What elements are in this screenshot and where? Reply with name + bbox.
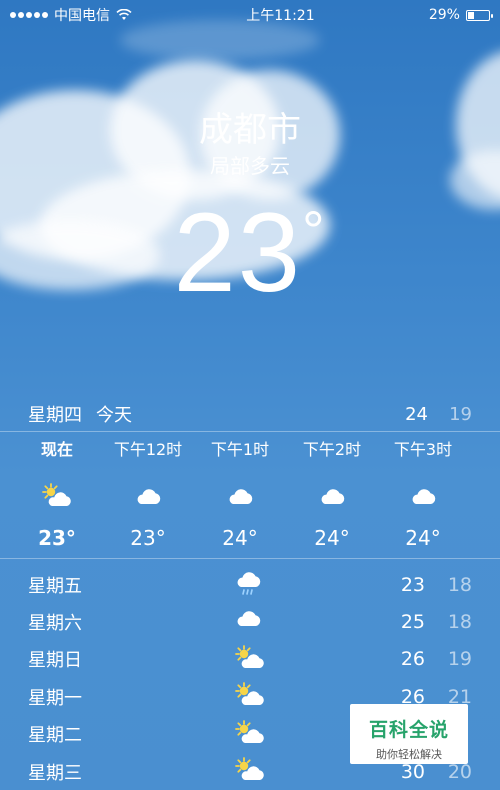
battery-icon	[465, 9, 493, 21]
day-name: 星期二	[28, 725, 82, 747]
divider-top	[0, 431, 500, 432]
wifi-icon	[116, 9, 132, 20]
cloud-icon	[195, 476, 285, 516]
battery-percent: 29%	[428, 7, 460, 23]
today-summary: 星期四 今天 24 19	[0, 398, 500, 430]
day-low: 18	[447, 611, 472, 634]
hour-label: 下午2时	[302, 440, 362, 459]
day-name: 星期五	[28, 575, 82, 597]
hour-label: 下	[468, 438, 500, 462]
cloud-icon	[103, 476, 193, 516]
hour-label: 现在	[40, 440, 73, 459]
today-high: 24	[405, 403, 428, 425]
watermark-logo: 百科全说 助你轻松解决	[350, 704, 468, 764]
hour-label: 下午12时	[113, 440, 183, 459]
watermark-title: 百科全说	[368, 719, 449, 741]
hourly-item: 现在 23°	[12, 438, 102, 550]
hourly-forecast[interactable]: 现在 23° 下午12时 23° 下午1时 24° 下午2时 24° 下午3时 24° 下	[0, 438, 500, 556]
day-high: 23	[400, 573, 425, 596]
city-name: 成都市	[199, 110, 301, 150]
hourly-item: 下午3时 24°	[378, 438, 468, 550]
watermark-subtitle: 助你轻松解决	[376, 748, 442, 761]
hour-temp: 24°	[222, 526, 258, 550]
day-low: 19	[447, 648, 472, 671]
temperature-value: 23	[173, 190, 303, 315]
daily-row: 星期六 25 18	[0, 603, 500, 640]
hourly-item: 下	[468, 438, 500, 526]
daily-row: 星期五 23 18	[0, 566, 500, 603]
hour-label: 下午1时	[210, 440, 270, 459]
hourly-item: 下午1时 24°	[195, 438, 285, 550]
partly-sunny-icon	[233, 757, 267, 788]
signal-strength-icon	[10, 12, 48, 18]
cloud-icon	[468, 476, 500, 516]
cloud-icon	[233, 607, 263, 634]
day-low: 18	[447, 573, 472, 596]
rain-cloud-icon	[233, 570, 263, 603]
hour-temp: 23°	[130, 526, 166, 550]
carrier-info: 中国电信	[10, 5, 132, 25]
day-name: 星期三	[28, 762, 82, 784]
hourly-item: 下午2时 24°	[287, 438, 377, 550]
status-bar: 中国电信 上午11:21 29%	[0, 0, 500, 30]
partly-sunny-icon	[233, 719, 267, 751]
weather-condition: 局部多云	[210, 154, 290, 178]
hour-temp: 23°	[38, 526, 76, 550]
clock: 上午11:21	[246, 8, 315, 24]
day-name: 星期六	[28, 613, 82, 635]
daily-row: 星期日 26 19	[0, 641, 500, 678]
current-temperature: 23°	[0, 188, 500, 317]
today-label: 今天	[96, 405, 132, 426]
day-name: 星期日	[28, 650, 82, 672]
carrier-name: 中国电信	[54, 8, 110, 24]
cloud-icon	[378, 476, 468, 516]
today-low: 19	[449, 403, 472, 425]
hour-temp: 24°	[314, 526, 350, 550]
hourly-item: 下午12时 23°	[103, 438, 193, 550]
partly-sunny-icon	[233, 644, 267, 676]
degree-symbol: °	[302, 199, 327, 262]
day-name: 星期一	[28, 687, 82, 709]
cloud-icon	[287, 476, 377, 516]
partly-sunny-icon	[12, 476, 102, 516]
battery-status: 29%	[428, 7, 493, 23]
day-high: 26	[400, 648, 425, 671]
divider-bottom	[0, 558, 500, 559]
today-weekday: 星期四	[28, 405, 82, 426]
hour-temp: 24°	[405, 526, 441, 550]
partly-sunny-icon	[233, 682, 267, 713]
day-high: 25	[400, 611, 425, 634]
hour-label: 下午3时	[393, 440, 453, 459]
